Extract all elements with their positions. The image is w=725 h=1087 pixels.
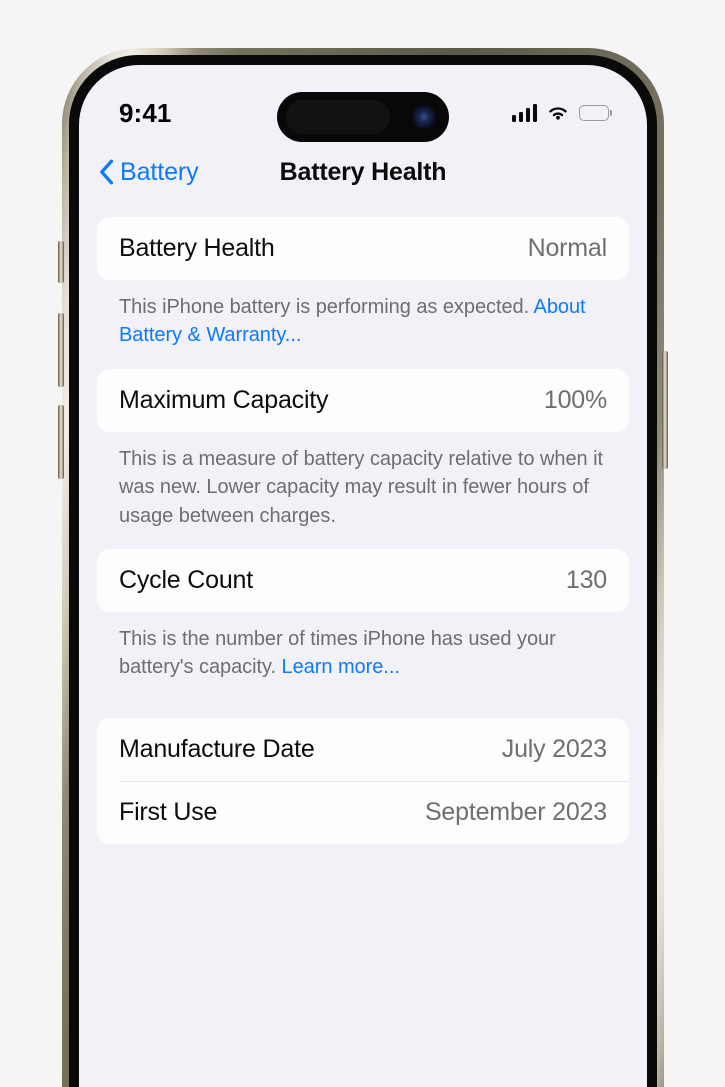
settings-list: Battery Health Normal This iPhone batter…: [79, 203, 647, 844]
section-footer-cycle-count: This is the number of times iPhone has u…: [97, 612, 629, 701]
row-battery-health[interactable]: Battery Health Normal: [97, 217, 629, 280]
volume-up-button[interactable]: [58, 313, 64, 387]
chevron-left-icon: [100, 159, 114, 185]
footer-text: This is a measure of battery capacity re…: [119, 447, 604, 527]
row-label: Cycle Count: [119, 565, 253, 594]
row-label: Battery Health: [119, 234, 275, 262]
dynamic-island: [277, 92, 449, 142]
row-manufacture-date[interactable]: Manufacture Date July 2023: [97, 718, 629, 781]
row-value: 130: [565, 565, 607, 594]
row-first-use[interactable]: First Use September 2023: [97, 780, 629, 844]
settings-card: Cycle Count 130: [97, 548, 629, 612]
device-bezel: 9:41 Battery Battery Health Battery Heal…: [58, 55, 668, 1087]
volume-down-button[interactable]: [58, 405, 64, 479]
section-cycle-count: Cycle Count 130 This is the number of ti…: [97, 548, 629, 701]
row-maximum-capacity[interactable]: Maximum Capacity 100%: [97, 369, 629, 432]
section-footer-maximum-capacity: This is a measure of battery capacity re…: [97, 432, 629, 549]
settings-card: Manufacture Date July 2023 First Use Sep…: [97, 717, 629, 844]
footer-text: This iPhone battery is performing as exp…: [119, 296, 534, 318]
section-battery-health: Battery Health Normal This iPhone batter…: [97, 217, 629, 369]
section-footer-battery-health: This iPhone battery is performing as exp…: [97, 280, 629, 369]
status-bar: 9:41: [79, 65, 647, 142]
row-value: July 2023: [501, 734, 607, 763]
settings-card: Battery Health Normal: [97, 217, 629, 280]
settings-card: Maximum Capacity 100%: [97, 368, 629, 432]
row-label: Manufacture Date: [119, 734, 315, 763]
status-time: 9:41: [119, 97, 172, 128]
row-value: 100%: [543, 385, 607, 414]
status-indicators: [509, 104, 609, 122]
action-button[interactable]: [58, 241, 64, 283]
cellular-bars-icon: [511, 104, 537, 122]
row-cycle-count[interactable]: Cycle Count 130: [97, 549, 629, 612]
power-button[interactable]: [662, 351, 668, 469]
row-label: Maximum Capacity: [119, 385, 329, 414]
iphone-device-frame: 9:41 Battery Battery Health Battery Heal…: [58, 48, 668, 1087]
front-camera-lens-icon: [412, 105, 436, 129]
back-button[interactable]: Battery: [99, 158, 199, 187]
section-battery-dates: Manufacture Date July 2023 First Use Sep…: [97, 717, 629, 844]
learn-more-link[interactable]: Learn more...: [282, 656, 400, 678]
battery-full-icon: [579, 105, 609, 121]
navigation-bar: Battery Battery Health: [79, 141, 647, 203]
row-value: Normal: [527, 234, 608, 262]
wifi-icon: [549, 107, 567, 120]
page-root: 9:41 Battery Battery Health Battery Heal…: [0, 0, 725, 1087]
section-maximum-capacity: Maximum Capacity 100% This is a measure …: [97, 368, 629, 549]
row-value: September 2023: [424, 797, 607, 826]
phone-screen: 9:41 Battery Battery Health Battery Heal…: [79, 65, 647, 1087]
back-button-label: Battery: [120, 157, 199, 186]
row-label: First Use: [119, 797, 218, 826]
